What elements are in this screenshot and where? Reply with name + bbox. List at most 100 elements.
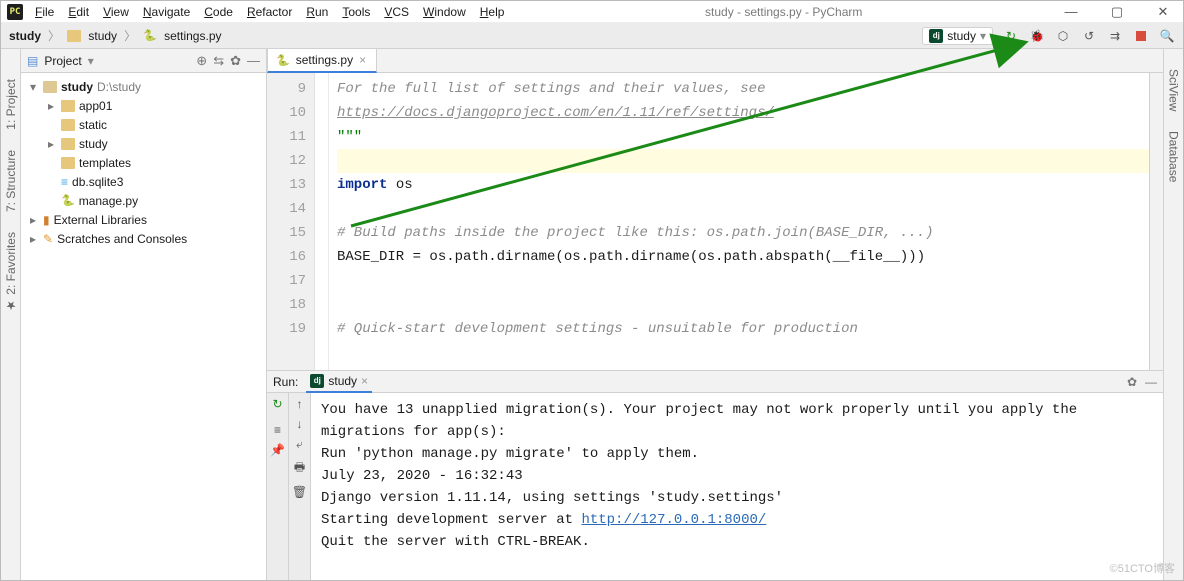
close-tab-icon[interactable]: × [361,374,368,388]
folder-icon [61,100,75,112]
breadcrumb[interactable]: study [9,29,41,43]
minimize-icon[interactable]: — [247,53,260,68]
server-url-link[interactable]: http://127.0.0.1:8000/ [581,512,766,528]
code-area[interactable]: For the full list of settings and their … [329,73,1149,370]
project-panel-title[interactable]: Project [44,54,81,68]
gear-icon[interactable]: ✿ [1127,375,1137,389]
run-toolbar-1: ↻ ≡ 📌 [267,393,289,580]
breadcrumb[interactable]: study [67,29,117,43]
down-icon[interactable]: ↓ [297,417,303,431]
folder-icon [43,81,57,93]
django-icon: dj [310,374,324,388]
expand-icon[interactable]: ▸ [27,232,39,246]
maximize-icon[interactable]: ▢ [1103,4,1131,20]
code-line[interactable]: https://docs.djangoproject.com/en/1.11/r… [337,101,1149,125]
code-line[interactable] [337,197,1149,221]
menu-code[interactable]: Code [198,3,239,21]
code-line[interactable]: # Build paths inside the project like th… [337,221,1149,245]
profile-icon[interactable]: ↺ [1081,28,1097,44]
tool-project[interactable]: 1: Project [4,79,18,130]
close-icon[interactable]: ✕ [1149,4,1177,20]
search-icon[interactable]: 🔍 [1159,28,1175,44]
tree-item[interactable]: ▸ app01 [21,96,266,115]
right-tool-rail: SciView Database [1163,49,1183,580]
editor-scrollbar[interactable] [1149,73,1163,370]
minimize-icon[interactable]: — [1145,375,1157,389]
expand-icon[interactable]: ▸ [27,213,39,227]
code-line[interactable] [337,293,1149,317]
tool-structure[interactable]: 7: Structure [4,150,18,212]
wrap-icon[interactable]: ⤶ [296,437,303,452]
python-file-icon: 🐍 [276,54,290,67]
pin-icon[interactable]: 📌 [270,443,285,457]
up-icon[interactable]: ↑ [297,397,303,411]
minimize-icon[interactable]: — [1057,4,1085,20]
target-icon[interactable]: ⊕ [196,53,207,69]
tool-favorites[interactable]: ★ 2: Favorites [4,232,18,313]
tree-item[interactable]: 🐍 manage.py [21,191,266,210]
code-line[interactable]: """ [337,125,1149,149]
titlebar: PC FileEditViewNavigateCodeRefactorRunTo… [1,1,1183,23]
menu-window[interactable]: Window [417,3,472,21]
menu-view[interactable]: View [97,3,135,21]
folder-icon [61,119,75,131]
tree-item[interactable]: templates [21,153,266,172]
tree-item[interactable]: ▸▮ External Libraries [21,210,266,229]
folder-icon [67,30,81,42]
code-line[interactable]: # Quick-start development settings - uns… [337,317,1149,341]
code-line[interactable] [337,269,1149,293]
rerun-icon[interactable]: ↻ [272,397,282,411]
tree-item[interactable]: ▸✎ Scratches and Consoles [21,229,266,248]
tool-database[interactable]: Database [1167,131,1181,182]
code-line[interactable]: For the full list of settings and their … [337,77,1149,101]
menu-refactor[interactable]: Refactor [241,3,298,21]
gear-icon[interactable]: ✿ [230,53,241,69]
stop-icon[interactable] [1133,28,1149,44]
code-line[interactable] [337,149,1149,173]
line-number-gutter: 910111213141516171819 [267,73,315,370]
run-icon[interactable]: ↻ [1003,28,1019,44]
tree-item[interactable]: static [21,115,266,134]
python-file-icon: 🐍 [143,29,157,42]
expand-icon[interactable]: ▾ [27,80,39,94]
menu-run[interactable]: Run [300,3,334,21]
tree-item[interactable]: ▸ study [21,134,266,153]
window-controls: — ▢ ✕ [1057,4,1177,20]
library-icon: ▮ [43,213,50,227]
menu-vcs[interactable]: VCS [378,3,415,21]
editor-tab[interactable]: 🐍 settings.py × [267,49,377,73]
editor-column: 🐍 settings.py × 910111213141516171819 Fo… [267,49,1163,580]
breadcrumb[interactable]: 🐍 settings.py [143,29,221,43]
trash-icon[interactable]: 🗑 [292,485,307,499]
print-icon[interactable]: 🖶 [294,458,305,479]
run-tab[interactable]: dj study × [306,371,372,393]
editor-tab-label: settings.py [296,53,353,67]
scratch-icon: ✎ [43,232,53,246]
close-tab-icon[interactable]: × [359,53,366,67]
project-tree[interactable]: ▾ study D:\study▸ app01 static▸ study te… [21,73,266,580]
tree-item[interactable]: ≡ db.sqlite3 [21,172,266,191]
attach-icon[interactable]: ⇉ [1107,28,1123,44]
code-line[interactable]: BASE_DIR = os.path.dirname(os.path.dirna… [337,245,1149,269]
tree-item[interactable]: ▾ study D:\study [21,77,266,96]
run-config-selector[interactable]: dj study ▾ [922,27,993,45]
expand-icon[interactable]: ▸ [45,137,57,151]
editor[interactable]: 910111213141516171819 For the full list … [267,73,1163,370]
coverage-icon[interactable]: ⬡ [1055,28,1071,44]
debug-icon[interactable]: 🐞 [1029,28,1045,44]
toggle-icon[interactable]: ≡ [274,423,281,437]
menu-edit[interactable]: Edit [62,3,95,21]
expand-icon[interactable]: ▸ [45,99,57,113]
menu-help[interactable]: Help [474,3,511,21]
folder-icon [61,138,75,150]
python-file-icon: 🐍 [61,194,75,207]
menu-tools[interactable]: Tools [336,3,376,21]
chevron-down-icon[interactable]: ▾ [88,54,94,68]
console-output[interactable]: You have 13 unapplied migration(s). Your… [311,393,1163,580]
menu-navigate[interactable]: Navigate [137,3,196,21]
menu-file[interactable]: File [29,3,60,21]
tree-path: D:\study [97,80,141,94]
tool-sciview[interactable]: SciView [1167,69,1181,111]
code-line[interactable]: import os [337,173,1149,197]
split-icon[interactable]: ⇆ [213,53,224,69]
